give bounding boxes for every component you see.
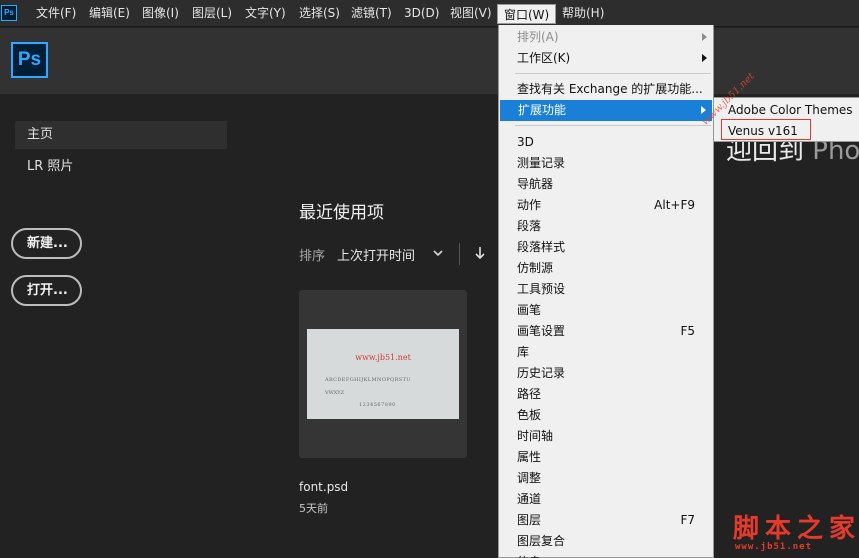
menu-item-extensions[interactable]: 扩展功能 bbox=[500, 100, 712, 121]
sort-dropdown[interactable]: 上次打开时间 bbox=[337, 245, 415, 264]
watermark-url: www.jb51.net bbox=[735, 542, 813, 552]
menu-item-paragraph[interactable]: 段落 bbox=[499, 216, 713, 237]
menu-separator bbox=[515, 125, 711, 126]
menu-item-layers[interactable]: 图层 F7 bbox=[499, 510, 713, 531]
sort-label: 排序 bbox=[299, 249, 326, 264]
menu-item-label: 工具预设 bbox=[517, 282, 566, 296]
menu-item-label: 路径 bbox=[517, 387, 542, 401]
menu-help[interactable]: 帮助(H) bbox=[556, 0, 610, 27]
menu-item-properties[interactable]: 属性 bbox=[499, 447, 713, 468]
menu-file[interactable]: 文件(F) bbox=[30, 0, 82, 27]
menu-item-label: 图层 bbox=[517, 513, 542, 527]
menu-item-navigator[interactable]: 导航器 bbox=[499, 174, 713, 195]
menu-item-label: 图层复合 bbox=[517, 534, 566, 548]
submenu-arrow-icon bbox=[702, 33, 707, 41]
menu-item-actions[interactable]: 动作 Alt+F9 bbox=[499, 195, 713, 216]
menu-item-channels[interactable]: 通道 bbox=[499, 489, 713, 510]
menu-item-info[interactable]: 信息 bbox=[499, 552, 713, 558]
menu-item-label: 3D bbox=[517, 135, 534, 149]
annotation-highlight-box bbox=[721, 119, 811, 140]
thumb-line: VWXYZ bbox=[325, 390, 345, 396]
menu-item-adjustments[interactable]: 调整 bbox=[499, 468, 713, 489]
menu-item-swatches[interactable]: 色板 bbox=[499, 405, 713, 426]
file-thumbnail: www.jb51.net ABCDEFGHIJKLMNOPQRSTU VWXYZ… bbox=[307, 329, 459, 419]
menu-item-label: 测量记录 bbox=[517, 156, 566, 170]
menu-item-label: 通道 bbox=[517, 492, 542, 506]
new-button[interactable]: 新建... bbox=[11, 228, 82, 259]
menu-item-3d[interactable]: 3D bbox=[499, 132, 713, 153]
menu-item-shortcut: F7 bbox=[680, 513, 695, 527]
chevron-down-icon[interactable] bbox=[432, 246, 444, 260]
sidebar-item-home[interactable]: 主页 bbox=[15, 121, 227, 149]
menu-type[interactable]: 文字(Y) bbox=[239, 0, 292, 27]
menu-item-history[interactable]: 历史记录 bbox=[499, 363, 713, 384]
recent-section-title: 最近使用项 bbox=[299, 203, 384, 223]
menu-image[interactable]: 图像(I) bbox=[136, 0, 185, 27]
ps-logo: Ps bbox=[11, 42, 48, 78]
menu-item-tool-presets[interactable]: 工具预设 bbox=[499, 279, 713, 300]
menu-item-label: 画笔 bbox=[517, 303, 542, 317]
thumb-line: 1234567890 bbox=[359, 402, 396, 408]
menu-item-timeline[interactable]: 时间轴 bbox=[499, 426, 713, 447]
menu-item-label: 扩展功能 bbox=[518, 103, 567, 117]
menu-3d[interactable]: 3D(D) bbox=[398, 0, 445, 27]
menu-item-label: 段落 bbox=[517, 219, 542, 233]
arrow-down-icon[interactable] bbox=[474, 246, 486, 260]
home-header: Ps bbox=[0, 28, 859, 94]
menu-item-label: 时间轴 bbox=[517, 429, 554, 443]
submenu-item-adobe-color-themes[interactable]: Adobe Color Themes bbox=[714, 100, 859, 121]
menu-item-label: 调整 bbox=[517, 471, 542, 485]
menu-item-layer-comps[interactable]: 图层复合 bbox=[499, 531, 713, 552]
menu-item-label: 库 bbox=[517, 345, 530, 359]
menu-item-shortcut: Alt+F9 bbox=[654, 198, 695, 212]
open-button[interactable]: 打开... bbox=[11, 275, 82, 306]
window-menu-dropdown: 排列(A) 工作区(K) 查找有关 Exchange 的扩展功能... 扩展功能… bbox=[498, 25, 714, 558]
menu-layer[interactable]: 图层(L) bbox=[186, 0, 238, 27]
recent-file-card[interactable]: www.jb51.net ABCDEFGHIJKLMNOPQRSTU VWXYZ… bbox=[299, 290, 467, 458]
menu-item-label: 段落样式 bbox=[517, 240, 566, 254]
menu-edit[interactable]: 编辑(E) bbox=[83, 0, 136, 27]
menu-separator bbox=[515, 73, 711, 74]
menu-item-paths[interactable]: 路径 bbox=[499, 384, 713, 405]
menu-item-workspace[interactable]: 工作区(K) bbox=[499, 48, 713, 69]
menu-item-libraries[interactable]: 库 bbox=[499, 342, 713, 363]
menu-item-label: 色板 bbox=[517, 408, 542, 422]
thumb-line: ABCDEFGHIJKLMNOPQRSTU bbox=[325, 377, 411, 383]
menu-item-label: 画笔设置 bbox=[517, 324, 566, 338]
menu-item-label: 工作区(K) bbox=[517, 51, 571, 65]
thumb-line: www.jb51.net bbox=[355, 353, 411, 362]
submenu-arrow-icon bbox=[702, 54, 707, 62]
menu-item-clone-source[interactable]: 仿制源 bbox=[499, 258, 713, 279]
menu-item-label: 历史记录 bbox=[517, 366, 566, 380]
menu-window[interactable]: 窗口(W) bbox=[497, 4, 557, 24]
menu-bar: Ps 文件(F) 编辑(E) 图像(I) 图层(L) 文字(Y) 选择(S) 滤… bbox=[0, 0, 859, 27]
menu-item-shortcut: F5 bbox=[680, 324, 695, 338]
photoshop-app-icon[interactable]: Ps bbox=[1, 5, 17, 21]
menu-item-arrange: 排列(A) bbox=[499, 27, 713, 48]
menu-view[interactable]: 视图(V) bbox=[444, 0, 498, 27]
menu-item-brushes[interactable]: 画笔 bbox=[499, 300, 713, 321]
sort-divider bbox=[459, 243, 460, 265]
menu-item-label: 属性 bbox=[517, 450, 542, 464]
menu-item-label: 导航器 bbox=[517, 177, 554, 191]
menu-item-brush-settings[interactable]: 画笔设置 F5 bbox=[499, 321, 713, 342]
watermark-logo: 脚本之家 bbox=[733, 514, 859, 544]
menu-item-paragraph-styles[interactable]: 段落样式 bbox=[499, 237, 713, 258]
menu-filter[interactable]: 滤镜(T) bbox=[345, 0, 398, 27]
sidebar-item-lr-photos[interactable]: LR 照片 bbox=[15, 153, 227, 181]
recent-file-name[interactable]: font.psd bbox=[299, 480, 348, 494]
menu-item-label: 查找有关 Exchange 的扩展功能... bbox=[517, 82, 703, 96]
recent-file-time: 5天前 bbox=[299, 502, 328, 515]
menu-item-label: 仿制源 bbox=[517, 261, 554, 275]
menu-select[interactable]: 选择(S) bbox=[293, 0, 346, 27]
menu-item-find-exchange[interactable]: 查找有关 Exchange 的扩展功能... bbox=[499, 79, 713, 100]
menu-item-label: 排列(A) bbox=[517, 30, 559, 44]
menu-item-label: 动作 bbox=[517, 198, 542, 212]
menu-item-measurement-log[interactable]: 测量记录 bbox=[499, 153, 713, 174]
